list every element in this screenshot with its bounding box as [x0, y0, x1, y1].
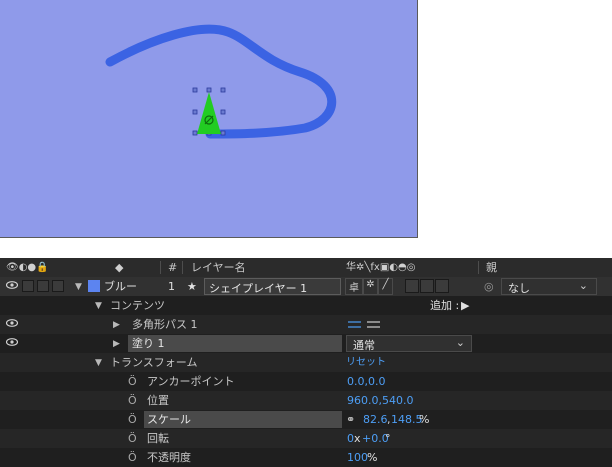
composition-canvas	[105, 24, 337, 139]
constrain-proportions-link-icon[interactable]: ⚭	[346, 412, 355, 427]
effect-switch[interactable]: ╱	[378, 278, 393, 295]
motion-blur-switch[interactable]	[405, 279, 419, 293]
expand-triangle-icon[interactable]: ▼	[95, 299, 102, 314]
number-column-header: #	[168, 261, 178, 274]
pick-whip-icon[interactable]: ◎	[484, 279, 494, 294]
rotation-row[interactable]: Ö 回転 0 x +0.0 °	[0, 429, 612, 448]
green-triangle-shape[interactable]	[197, 92, 221, 134]
collapse-triangle-icon[interactable]: ▶	[113, 318, 120, 333]
parent-dropdown[interactable]: なし ⌄	[501, 278, 597, 295]
scale-label: スケール	[147, 413, 191, 426]
audio-switch[interactable]	[22, 280, 34, 292]
3d-layer-switch[interactable]	[435, 279, 449, 293]
lock-switch[interactable]	[52, 280, 64, 292]
collapse-triangle-icon[interactable]: ▶	[113, 337, 120, 352]
polygon-path-label: 多角形パス 1	[132, 318, 198, 331]
stopwatch-icon[interactable]: Ö	[128, 450, 137, 465]
stroke-path[interactable]	[105, 24, 337, 139]
shape-layer-star-icon: ★	[187, 280, 197, 293]
rotation-label: 回転	[147, 432, 169, 445]
stopwatch-icon[interactable]: Ö	[128, 412, 137, 427]
path-direction-icons[interactable]	[347, 319, 381, 330]
opacity-row[interactable]: Ö 不透明度 100 %	[0, 448, 612, 467]
av-feature-icons: 👁◐●🔒	[6, 262, 49, 273]
quality-switch[interactable]: ✲	[363, 278, 378, 295]
contents-label: コンテンツ	[110, 299, 165, 312]
position-row[interactable]: Ö 位置 960.0,540.0	[0, 391, 612, 410]
composition-viewer[interactable]	[0, 0, 418, 238]
scale-y-value[interactable]: 148.5	[391, 412, 423, 427]
anchor-point-row[interactable]: Ö アンカーポイント 0.0,0.0	[0, 372, 612, 391]
chevron-down-icon: ⌄	[455, 336, 465, 349]
stopwatch-icon[interactable]: Ö	[128, 374, 137, 389]
layer-name-field[interactable]: シェイプレイヤー 1	[204, 278, 341, 295]
solo-switch[interactable]	[37, 280, 49, 292]
blend-mode-dropdown[interactable]: 通常 ⌄	[346, 335, 472, 352]
add-menu-icon[interactable]: ▶	[461, 298, 469, 313]
layer-number: 1	[168, 280, 175, 293]
add-label[interactable]: 追加 :	[430, 298, 459, 313]
reset-link[interactable]: リセット	[346, 355, 386, 370]
rotation-x-symbol: x	[354, 432, 361, 445]
label-tag-icon: ◆	[115, 261, 124, 274]
eye-icon[interactable]	[6, 281, 18, 289]
timeline-header: 👁◐●🔒 ◆ # レイヤー名 华✲╲fx▣◐◓◎ 親	[0, 258, 612, 278]
layer-name-column-header[interactable]: レイヤー名	[191, 260, 246, 275]
transform-label: トランスフォーム	[110, 356, 198, 369]
scale-x-value[interactable]: 82.6	[363, 412, 388, 427]
expand-triangle-icon[interactable]: ▼	[75, 280, 82, 295]
chevron-down-icon: ⌄	[578, 279, 588, 292]
position-label: 位置	[147, 394, 169, 407]
eye-icon[interactable]	[6, 338, 18, 346]
transform-group-row[interactable]: ▼ トランスフォーム リセット	[0, 353, 612, 372]
adjustment-switch[interactable]	[420, 279, 434, 293]
anchor-point-value[interactable]: 0.0,0.0	[347, 374, 385, 389]
expand-triangle-icon[interactable]: ▼	[95, 356, 102, 371]
stopwatch-icon[interactable]: Ö	[128, 393, 137, 408]
parent-column-header: 親	[486, 261, 497, 274]
anchor-point-label: アンカーポイント	[147, 375, 235, 388]
label-color-swatch[interactable]	[88, 280, 100, 292]
opacity-label: 不透明度	[147, 451, 191, 464]
opacity-value[interactable]: 100	[347, 450, 368, 465]
opacity-unit: %	[367, 451, 378, 464]
contents-group-row[interactable]: ▼ コンテンツ 追加 : ▶	[0, 296, 612, 315]
scale-row[interactable]: Ö スケール ⚭ 82.6 , 148.5 %	[0, 410, 612, 429]
eye-icon[interactable]	[6, 319, 18, 327]
layer-row[interactable]: ▼ ブルー 1 ★ シェイプレイヤー 1 卓 ✲ ╱ ◎ なし ⌄	[0, 277, 612, 296]
rotation-unit: °	[385, 432, 391, 445]
layer-label-name: ブルー	[104, 280, 137, 293]
rotation-turns-value[interactable]: 0	[347, 431, 354, 446]
collapse-switch[interactable]: 卓	[345, 278, 363, 295]
timeline-panel: 👁◐●🔒 ◆ # レイヤー名 华✲╲fx▣◐◓◎ 親 ▼ ブルー 1 ★ シェイ…	[0, 258, 612, 467]
stopwatch-icon[interactable]: Ö	[128, 431, 137, 446]
switches-header-icons: 华✲╲fx▣◐◓◎	[346, 262, 416, 273]
polygon-path-row[interactable]: ▶ 多角形パス 1	[0, 315, 612, 334]
position-value[interactable]: 960.0,540.0	[347, 393, 413, 408]
fill-row[interactable]: ▶ 塗り 1 通常 ⌄	[0, 334, 612, 353]
fill-label: 塗り 1	[132, 337, 165, 350]
scale-unit: %	[419, 413, 430, 426]
